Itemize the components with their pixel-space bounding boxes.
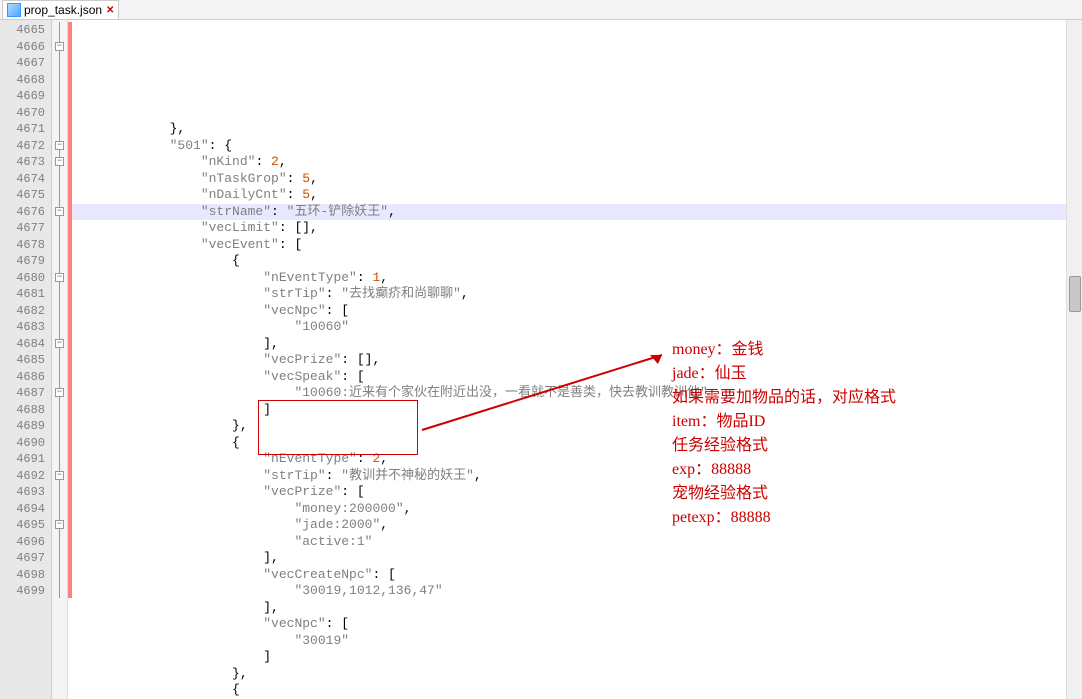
code-line[interactable]: "vecSpeak": [ <box>72 369 1066 386</box>
code-line[interactable]: "30019" <box>72 633 1066 650</box>
code-line[interactable]: "jade:2000", <box>72 517 1066 534</box>
fold-toggle[interactable]: − <box>55 42 64 51</box>
fold-column[interactable]: − − − − − − − − − <box>52 20 68 699</box>
line-number: 4696 <box>0 534 45 551</box>
code-line[interactable]: "30019,1012,136,47" <box>72 583 1066 600</box>
line-number: 4672 <box>0 138 45 155</box>
code-line[interactable]: "10060" <box>72 319 1066 336</box>
fold-toggle[interactable]: − <box>55 388 64 397</box>
close-icon[interactable]: ✕ <box>106 5 114 16</box>
line-number: 4676 <box>0 204 45 221</box>
code-line[interactable]: "active:1" <box>72 534 1066 551</box>
code-line[interactable]: "strName": "五环-铲除妖王", <box>72 204 1066 221</box>
file-icon <box>7 3 21 17</box>
line-number: 4687 <box>0 385 45 402</box>
code-line[interactable]: "nEventType": 1, <box>72 270 1066 287</box>
fold-toggle[interactable]: − <box>55 520 64 529</box>
code-line[interactable]: "10060:近来有个家伙在附近出没，一看就不是善类，快去教训教训他" <box>72 385 1066 402</box>
line-number: 4667 <box>0 55 45 72</box>
tab-bar: prop_task.json ✕ <box>0 0 1082 20</box>
line-number: 4697 <box>0 550 45 567</box>
code-line[interactable]: }, <box>72 418 1066 435</box>
code-line[interactable]: "nKind": 2, <box>72 154 1066 171</box>
line-number: 4668 <box>0 72 45 89</box>
code-line[interactable]: ] <box>72 649 1066 666</box>
line-number: 4675 <box>0 187 45 204</box>
line-number-gutter: 4665466646674668466946704671467246734674… <box>0 20 52 699</box>
code-line[interactable]: "nEventType": 2, <box>72 451 1066 468</box>
code-line[interactable]: }, <box>72 121 1066 138</box>
code-line[interactable]: "vecNpc": [ <box>72 616 1066 633</box>
annotation-text: money：金钱 jade：仙玉 如果需要加物品的话，对应格式 item：物品I… <box>672 338 896 530</box>
vertical-scrollbar[interactable] <box>1066 20 1082 699</box>
line-number: 4673 <box>0 154 45 171</box>
code-line[interactable]: }, <box>72 666 1066 683</box>
line-number: 4691 <box>0 451 45 468</box>
line-number: 4688 <box>0 402 45 419</box>
code-line[interactable]: "strTip": "教训并不神秘的妖王", <box>72 468 1066 485</box>
line-number: 4693 <box>0 484 45 501</box>
code-line[interactable]: "vecPrize": [ <box>72 484 1066 501</box>
line-number: 4677 <box>0 220 45 237</box>
code-line[interactable]: "money:200000", <box>72 501 1066 518</box>
fold-toggle[interactable]: − <box>55 339 64 348</box>
code-area[interactable]: money：金钱 jade：仙玉 如果需要加物品的话，对应格式 item：物品I… <box>72 20 1066 699</box>
editor-body: 4665466646674668466946704671467246734674… <box>0 20 1082 699</box>
line-number: 4685 <box>0 352 45 369</box>
line-number: 4694 <box>0 501 45 518</box>
line-number: 4681 <box>0 286 45 303</box>
code-line[interactable]: ], <box>72 600 1066 617</box>
fold-toggle[interactable]: − <box>55 157 64 166</box>
tab-filename: prop_task.json <box>24 3 102 17</box>
line-number: 4690 <box>0 435 45 452</box>
line-number: 4686 <box>0 369 45 386</box>
code-line[interactable]: "vecPrize": [], <box>72 352 1066 369</box>
code-line[interactable]: "501": { <box>72 138 1066 155</box>
file-tab[interactable]: prop_task.json ✕ <box>2 0 119 19</box>
code-line[interactable]: ], <box>72 550 1066 567</box>
line-number: 4666 <box>0 39 45 56</box>
code-line[interactable]: { <box>72 253 1066 270</box>
fold-toggle[interactable]: − <box>55 273 64 282</box>
line-number: 4698 <box>0 567 45 584</box>
code-line[interactable]: { <box>72 682 1066 699</box>
code-line[interactable]: "strTip": "去找癫疥和尚聊聊", <box>72 286 1066 303</box>
fold-toggle[interactable]: − <box>55 471 64 480</box>
code-line[interactable]: "vecNpc": [ <box>72 303 1066 320</box>
code-line[interactable]: { <box>72 435 1066 452</box>
line-number: 4682 <box>0 303 45 320</box>
line-number: 4680 <box>0 270 45 287</box>
scroll-thumb[interactable] <box>1069 276 1081 312</box>
line-number: 4683 <box>0 319 45 336</box>
line-number: 4689 <box>0 418 45 435</box>
fold-toggle[interactable]: − <box>55 207 64 216</box>
code-line[interactable]: "vecLimit": [], <box>72 220 1066 237</box>
line-number: 4670 <box>0 105 45 122</box>
line-number: 4679 <box>0 253 45 270</box>
line-number: 4671 <box>0 121 45 138</box>
code-line[interactable]: ], <box>72 336 1066 353</box>
code-line[interactable]: "vecCreateNpc": [ <box>72 567 1066 584</box>
line-number: 4678 <box>0 237 45 254</box>
code-line[interactable]: "nDailyCnt": 5, <box>72 187 1066 204</box>
line-number: 4669 <box>0 88 45 105</box>
code-line[interactable]: "nTaskGrop": 5, <box>72 171 1066 188</box>
line-number: 4695 <box>0 517 45 534</box>
line-number: 4692 <box>0 468 45 485</box>
editor-window: prop_task.json ✕ 46654666466746684669467… <box>0 0 1082 589</box>
line-number: 4674 <box>0 171 45 188</box>
fold-toggle[interactable]: − <box>55 141 64 150</box>
code-line[interactable]: ] <box>72 402 1066 419</box>
line-number: 4665 <box>0 22 45 39</box>
code-line[interactable]: "vecEvent": [ <box>72 237 1066 254</box>
line-number: 4684 <box>0 336 45 353</box>
line-number: 4699 <box>0 583 45 600</box>
